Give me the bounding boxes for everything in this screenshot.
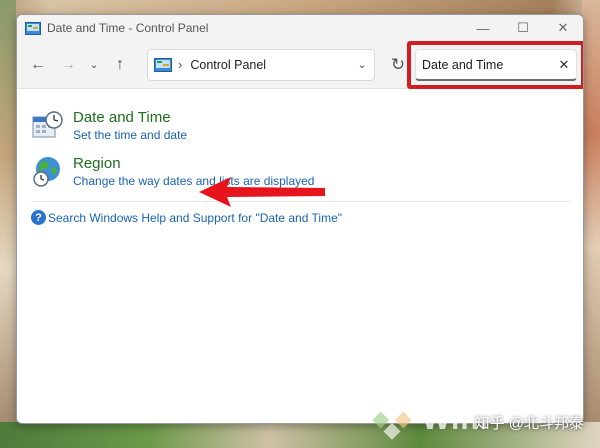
region-title[interactable]: Region [73, 155, 314, 173]
search-value: Date and Time [422, 57, 504, 72]
help-search-link[interactable]: ? Search Windows Help and Support for "D… [31, 210, 583, 225]
red-arrow-annotation [199, 177, 325, 207]
desktop-background-right [582, 0, 600, 448]
up-button[interactable]: ↑ [105, 50, 135, 80]
search-clear-button[interactable]: ✕ [552, 57, 576, 73]
search-highlight-box: Date and Time ✕ [407, 41, 583, 89]
region-globe-icon [33, 157, 60, 187]
address-bar[interactable]: › Control Panel ⌄ [147, 48, 375, 81]
minimize-button[interactable]: — [463, 15, 503, 41]
address-dropdown-button[interactable]: ⌄ [350, 58, 374, 71]
control-panel-window: Date and Time - Control Panel — ☐ ✕ ← → … [16, 14, 584, 424]
breadcrumb-separator: › [178, 57, 183, 72]
search-input[interactable]: Date and Time ✕ [415, 49, 577, 81]
set-time-and-date-link[interactable]: Set the time and date [73, 127, 187, 143]
winpoin-logo-icon [372, 400, 412, 440]
results-pane: Date and Time Set the time and date Regi… [17, 89, 583, 225]
help-icon: ? [31, 210, 46, 225]
result-date-and-time[interactable]: Date and Time Set the time and date [31, 109, 583, 143]
recent-locations-button[interactable]: ⌄ [83, 50, 105, 80]
desktop-background-left [0, 0, 16, 448]
breadcrumb-control-panel[interactable]: Control Panel [190, 58, 350, 72]
maximize-button[interactable]: ☐ [503, 15, 543, 41]
control-panel-icon [25, 21, 41, 35]
date-time-icon [32, 111, 63, 138]
forward-button[interactable]: → [53, 50, 83, 80]
watermark-credit: 知乎 @北斗邦泰 [474, 415, 584, 432]
date-and-time-title[interactable]: Date and Time [73, 109, 187, 127]
window-title: Date and Time - Control Panel [47, 21, 209, 35]
title-bar[interactable]: Date and Time - Control Panel — ☐ ✕ [17, 15, 583, 41]
close-button[interactable]: ✕ [543, 15, 583, 41]
back-button[interactable]: ← [23, 50, 53, 80]
help-search-text[interactable]: Search Windows Help and Support for "Dat… [48, 211, 342, 225]
control-panel-icon [154, 57, 172, 72]
